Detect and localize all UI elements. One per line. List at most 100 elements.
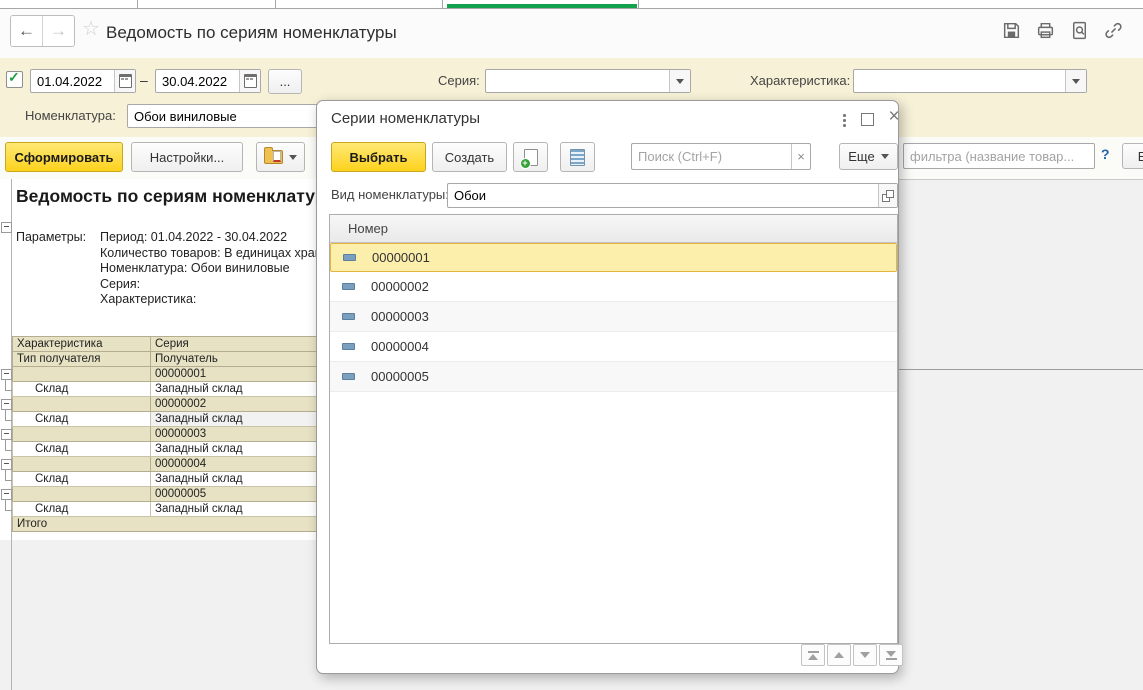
- help-button[interactable]: ?: [1101, 146, 1110, 162]
- cell[interactable]: Склад: [13, 412, 151, 427]
- table-total-row: Итого: [13, 517, 351, 532]
- series-input[interactable]: [486, 74, 669, 89]
- parameter-line: Серия:: [100, 277, 349, 293]
- save-button[interactable]: [999, 18, 1023, 42]
- go-first-button[interactable]: [801, 644, 825, 666]
- search-input[interactable]: [632, 144, 791, 169]
- dialog-more-button[interactable]: Еще: [839, 143, 898, 170]
- header-actions: [999, 18, 1125, 42]
- series-number: 00000003: [371, 309, 429, 324]
- cell[interactable]: [13, 487, 151, 502]
- favorite-star-icon[interactable]: ☆: [82, 17, 100, 41]
- table-row: Склад Западный склад: [13, 442, 351, 457]
- back-icon: ←: [18, 21, 35, 41]
- close-icon[interactable]: ×: [885, 105, 903, 127]
- back-button[interactable]: ←: [11, 16, 42, 46]
- table-row: 00000005: [13, 487, 351, 502]
- report-variants-folder-icon: [264, 150, 283, 164]
- series-dropdown-button[interactable]: [669, 70, 690, 92]
- dropdown-caret-icon: [289, 155, 297, 160]
- list-item[interactable]: 00000005: [330, 362, 897, 392]
- date-range-separator: –: [140, 72, 148, 88]
- cell[interactable]: [13, 397, 151, 412]
- tab-strip: [0, 0, 1143, 9]
- generate-button[interactable]: Сформировать: [5, 142, 123, 172]
- row-dash-icon: [342, 373, 355, 380]
- header-cell[interactable]: Тип получателя: [13, 352, 151, 367]
- cell[interactable]: Склад: [13, 502, 151, 517]
- report-title: Ведомость по сериям номенклатуры: [16, 186, 340, 207]
- go-last-icon: [886, 651, 896, 657]
- nomenclature-label: Номенклатура:: [25, 108, 116, 123]
- cell[interactable]: Склад: [13, 472, 151, 487]
- list-mode-button[interactable]: [560, 142, 595, 172]
- group-bracket: [5, 469, 12, 481]
- date-to-field: [155, 69, 261, 93]
- table-row: Склад Западный склад: [13, 382, 351, 397]
- print-button[interactable]: [1033, 18, 1057, 42]
- period-more-button[interactable]: ...: [268, 69, 302, 94]
- report-variants-button[interactable]: [256, 142, 305, 172]
- quick-filter-input[interactable]: [904, 149, 1094, 164]
- group-bracket: [5, 409, 12, 421]
- series-number: 00000001: [372, 250, 430, 265]
- create-element-icon: [524, 149, 538, 166]
- group-bracket: [5, 499, 12, 511]
- cell[interactable]: [13, 457, 151, 472]
- date-to-input[interactable]: [156, 74, 239, 89]
- settings-button[interactable]: Настройки...: [131, 142, 243, 172]
- total-cell[interactable]: Итого: [13, 517, 351, 532]
- report-table: Характеристика Серия Тип получателя Полу…: [12, 336, 351, 532]
- tab-separator: [638, 0, 639, 8]
- table-row: Склад Западный склад: [13, 412, 351, 427]
- table-row: 00000002: [13, 397, 351, 412]
- list-item[interactable]: 00000002: [330, 272, 897, 302]
- series-label: Серия:: [438, 73, 480, 88]
- series-list: Номер 00000001 00000002 00000003 0000000…: [329, 214, 898, 644]
- right-panel-separator: [897, 369, 1143, 370]
- forward-button[interactable]: →: [42, 16, 74, 46]
- period-checkbox[interactable]: [6, 71, 23, 88]
- characteristic-input[interactable]: [854, 74, 1065, 89]
- maximize-icon[interactable]: [861, 113, 874, 126]
- print-icon: [1035, 20, 1056, 41]
- cell[interactable]: [13, 367, 151, 382]
- go-down-button[interactable]: [853, 644, 877, 666]
- date-from-calendar-button[interactable]: [114, 70, 135, 92]
- select-button[interactable]: Выбрать: [331, 142, 426, 172]
- more-menu-dots-icon[interactable]: [837, 112, 851, 128]
- characteristic-dropdown-button[interactable]: [1065, 70, 1086, 92]
- go-up-button[interactable]: [827, 644, 851, 666]
- go-down-icon: [860, 652, 870, 658]
- kind-field: [447, 183, 898, 208]
- search-field: ×: [631, 143, 811, 170]
- cell[interactable]: Склад: [13, 382, 151, 397]
- cell[interactable]: Склад: [13, 442, 151, 457]
- tab-separator: [137, 0, 138, 8]
- characteristic-field: [853, 69, 1087, 93]
- form-more-button[interactable]: Еще: [1122, 143, 1143, 169]
- header-cell[interactable]: Характеристика: [13, 337, 151, 352]
- table-row: Склад Западный склад: [13, 472, 351, 487]
- preview-button[interactable]: [1067, 18, 1091, 42]
- column-header-number[interactable]: Номер: [330, 215, 897, 243]
- kind-input[interactable]: [448, 188, 878, 203]
- row-dash-icon: [342, 343, 355, 350]
- kind-open-button[interactable]: [878, 184, 897, 207]
- link-button[interactable]: [1101, 18, 1125, 42]
- cell[interactable]: [13, 427, 151, 442]
- list-item[interactable]: 00000001: [330, 243, 897, 272]
- series-number: 00000004: [371, 339, 429, 354]
- tab-separator: [442, 0, 443, 8]
- date-from-input[interactable]: [31, 74, 114, 89]
- create-element-button[interactable]: [513, 142, 548, 172]
- nomenclature-input[interactable]: [128, 109, 348, 124]
- list-item[interactable]: 00000003: [330, 302, 897, 332]
- date-to-calendar-button[interactable]: [239, 70, 260, 92]
- clear-search-button[interactable]: ×: [791, 144, 810, 169]
- report-collapse-button[interactable]: [1, 222, 12, 233]
- parameter-line: Характеристика:: [100, 292, 349, 308]
- go-last-button[interactable]: [879, 644, 903, 666]
- create-button[interactable]: Создать: [432, 142, 507, 172]
- list-item[interactable]: 00000004: [330, 332, 897, 362]
